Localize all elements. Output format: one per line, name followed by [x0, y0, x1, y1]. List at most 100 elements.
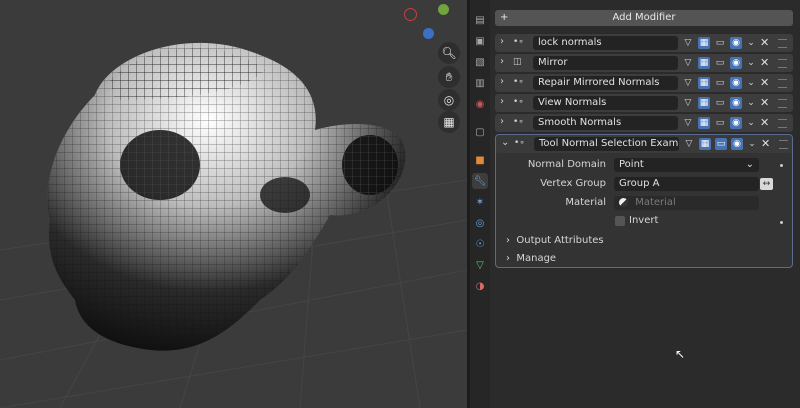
chevron-right-icon[interactable]: ›	[500, 76, 504, 87]
close-icon[interactable]: ✕	[760, 116, 769, 129]
modifier-row[interactable]: › ◫ Mirror ▽ ▦ ▭ ◉ ⌄ ✕	[495, 54, 793, 72]
modifier-row[interactable]: › •∘ lock normals ▽ ▦ ▭ ◉ ⌄ ✕	[495, 34, 793, 52]
viewport-display-icon[interactable]: ▭	[714, 57, 726, 69]
normal-domain-value: Point	[619, 159, 644, 170]
normal-domain-dropdown[interactable]: Point ⌄	[614, 158, 759, 172]
on-cage-toggle-icon[interactable]: ▦	[698, 97, 710, 109]
chevron-down-icon[interactable]: ⌄	[745, 97, 757, 109]
chevron-down-icon[interactable]: ⌄	[745, 57, 757, 69]
grid-perspective-icon[interactable]: ▦	[438, 111, 460, 133]
viewport-display-icon[interactable]: ▭	[714, 97, 726, 109]
modifier-name-field[interactable]: Mirror	[533, 56, 678, 70]
chevron-right-icon[interactable]: ›	[500, 36, 504, 47]
hand-pan-icon[interactable]: ✋︎	[438, 66, 460, 88]
vertex-group-field[interactable]: Group A	[614, 177, 759, 191]
on-cage-toggle-icon[interactable]: ▦	[698, 57, 710, 69]
output-attributes-subpanel[interactable]: › Output Attributes	[506, 235, 604, 246]
drag-handle-icon[interactable]	[778, 39, 787, 48]
edit-mode-toggle-icon[interactable]: ▽	[682, 57, 694, 69]
output-attributes-label: Output Attributes	[516, 235, 604, 246]
viewport-canvas[interactable]	[0, 0, 467, 408]
edit-mode-toggle-icon[interactable]: ▽	[682, 77, 694, 89]
drag-handle-icon[interactable]	[778, 59, 787, 68]
invert-checkbox[interactable]	[615, 216, 625, 226]
modifier-name-field[interactable]: View Normals	[533, 96, 678, 110]
modifier-name-field[interactable]: Tool Normal Selection Example	[534, 137, 679, 151]
modifier-name-field[interactable]: Repair Mirrored Normals	[533, 76, 678, 90]
chevron-down-icon[interactable]: ⌄	[501, 137, 509, 148]
3d-viewport[interactable]: 🔍︎ ✋︎ ◎ ▦	[0, 0, 467, 408]
viewport-display-icon[interactable]: ▭	[714, 117, 726, 129]
physics-tab-icon[interactable]: ◎	[472, 215, 488, 231]
collection-tab-icon[interactable]: ▢	[472, 124, 488, 140]
on-cage-toggle-icon[interactable]: ▦	[699, 138, 711, 150]
render-camera-icon[interactable]: ◉	[730, 77, 742, 89]
on-cage-toggle-icon[interactable]: ▦	[698, 77, 710, 89]
invert-vertex-group-icon[interactable]: ↔	[760, 178, 773, 190]
camera-icon[interactable]: ◎	[438, 89, 460, 111]
drag-handle-icon[interactable]	[778, 119, 787, 128]
keyframe-dot-icon[interactable]	[780, 221, 783, 224]
close-icon[interactable]: ✕	[760, 76, 769, 89]
gizmo-y-axis[interactable]	[438, 4, 449, 15]
object-tab-icon[interactable]: ■	[472, 152, 488, 168]
chevron-down-icon[interactable]: ⌄	[746, 138, 758, 150]
on-cage-toggle-icon[interactable]: ▦	[698, 117, 710, 129]
render-camera-icon[interactable]: ◉	[730, 57, 742, 69]
plus-icon: +	[500, 12, 509, 23]
viewport-display-icon[interactable]: ▭	[714, 37, 726, 49]
edit-mode-toggle-icon[interactable]: ▽	[682, 117, 694, 129]
geometry-nodes-icon: •∘	[513, 117, 524, 127]
viewport-display-icon[interactable]: ▭	[715, 138, 727, 150]
render-camera-icon[interactable]: ◉	[730, 97, 742, 109]
chevron-down-icon[interactable]: ⌄	[745, 37, 757, 49]
geometry-nodes-icon: •∘	[513, 97, 524, 107]
drag-handle-icon[interactable]	[778, 99, 787, 108]
invert-label[interactable]: Invert	[629, 215, 658, 226]
chevron-down-icon[interactable]: ⌄	[745, 77, 757, 89]
drag-handle-icon[interactable]	[778, 79, 787, 88]
edit-mode-toggle-icon[interactable]: ▽	[682, 37, 694, 49]
render-camera-icon[interactable]: ◉	[730, 117, 742, 129]
modifier-name-field[interactable]: Smooth Normals	[533, 116, 678, 130]
tool-tab-icon[interactable]: ▤	[472, 12, 488, 28]
keyframe-dot-icon[interactable]	[780, 164, 783, 167]
constraints-tab-icon[interactable]: ☉	[472, 236, 488, 252]
render-tab-icon[interactable]: ▣	[472, 33, 488, 49]
render-camera-icon[interactable]: ◉	[730, 37, 742, 49]
edit-mode-toggle-icon[interactable]: ▽	[683, 138, 695, 150]
modifier-row[interactable]: ⌄ •∘ Tool Normal Selection Example ▽ ▦ ▭…	[496, 135, 792, 153]
chevron-right-icon[interactable]: ›	[500, 56, 504, 67]
close-icon[interactable]: ✕	[760, 56, 769, 69]
close-icon[interactable]: ✕	[760, 96, 769, 109]
modifier-row[interactable]: › •∘ Repair Mirrored Normals ▽ ▦ ▭ ◉ ⌄ ✕	[495, 74, 793, 92]
modifiers-tab-icon[interactable]: 🔧︎	[472, 173, 488, 189]
manage-subpanel[interactable]: › Manage	[506, 253, 556, 264]
modifier-row[interactable]: › •∘ View Normals ▽ ▦ ▭ ◉ ⌄ ✕	[495, 94, 793, 112]
view-layer-tab-icon[interactable]: ▥	[472, 75, 488, 91]
particles-tab-icon[interactable]: ✶	[472, 194, 488, 210]
drag-handle-icon[interactable]	[779, 140, 788, 149]
material-field[interactable]: Material	[614, 196, 759, 210]
data-tab-icon[interactable]: ▽	[472, 257, 488, 273]
scene-tab-icon[interactable]: ◉	[472, 96, 488, 112]
add-modifier-button[interactable]: + Add Modifier	[495, 10, 793, 26]
zoom-icon[interactable]: 🔍︎	[438, 42, 460, 64]
chevron-right-icon[interactable]: ›	[500, 116, 504, 127]
on-cage-toggle-icon[interactable]: ▦	[698, 37, 710, 49]
edit-mode-toggle-icon[interactable]: ▽	[682, 97, 694, 109]
geometry-nodes-icon: •∘	[514, 138, 525, 148]
mirror-icon: ◫	[513, 57, 522, 67]
chevron-down-icon[interactable]: ⌄	[745, 117, 757, 129]
output-tab-icon[interactable]: ▧	[472, 54, 488, 70]
modifier-name-field[interactable]: lock normals	[533, 36, 678, 50]
viewport-display-icon[interactable]: ▭	[714, 77, 726, 89]
close-icon[interactable]: ✕	[760, 36, 769, 49]
gizmo-z-axis[interactable]	[423, 28, 434, 39]
close-icon[interactable]: ✕	[761, 137, 770, 150]
modifier-row[interactable]: › •∘ Smooth Normals ▽ ▦ ▭ ◉ ⌄ ✕	[495, 114, 793, 132]
gizmo-x-axis[interactable]	[404, 8, 417, 21]
chevron-right-icon[interactable]: ›	[500, 96, 504, 107]
material-tab-icon[interactable]: ◑	[472, 278, 488, 294]
render-camera-icon[interactable]: ◉	[731, 138, 743, 150]
